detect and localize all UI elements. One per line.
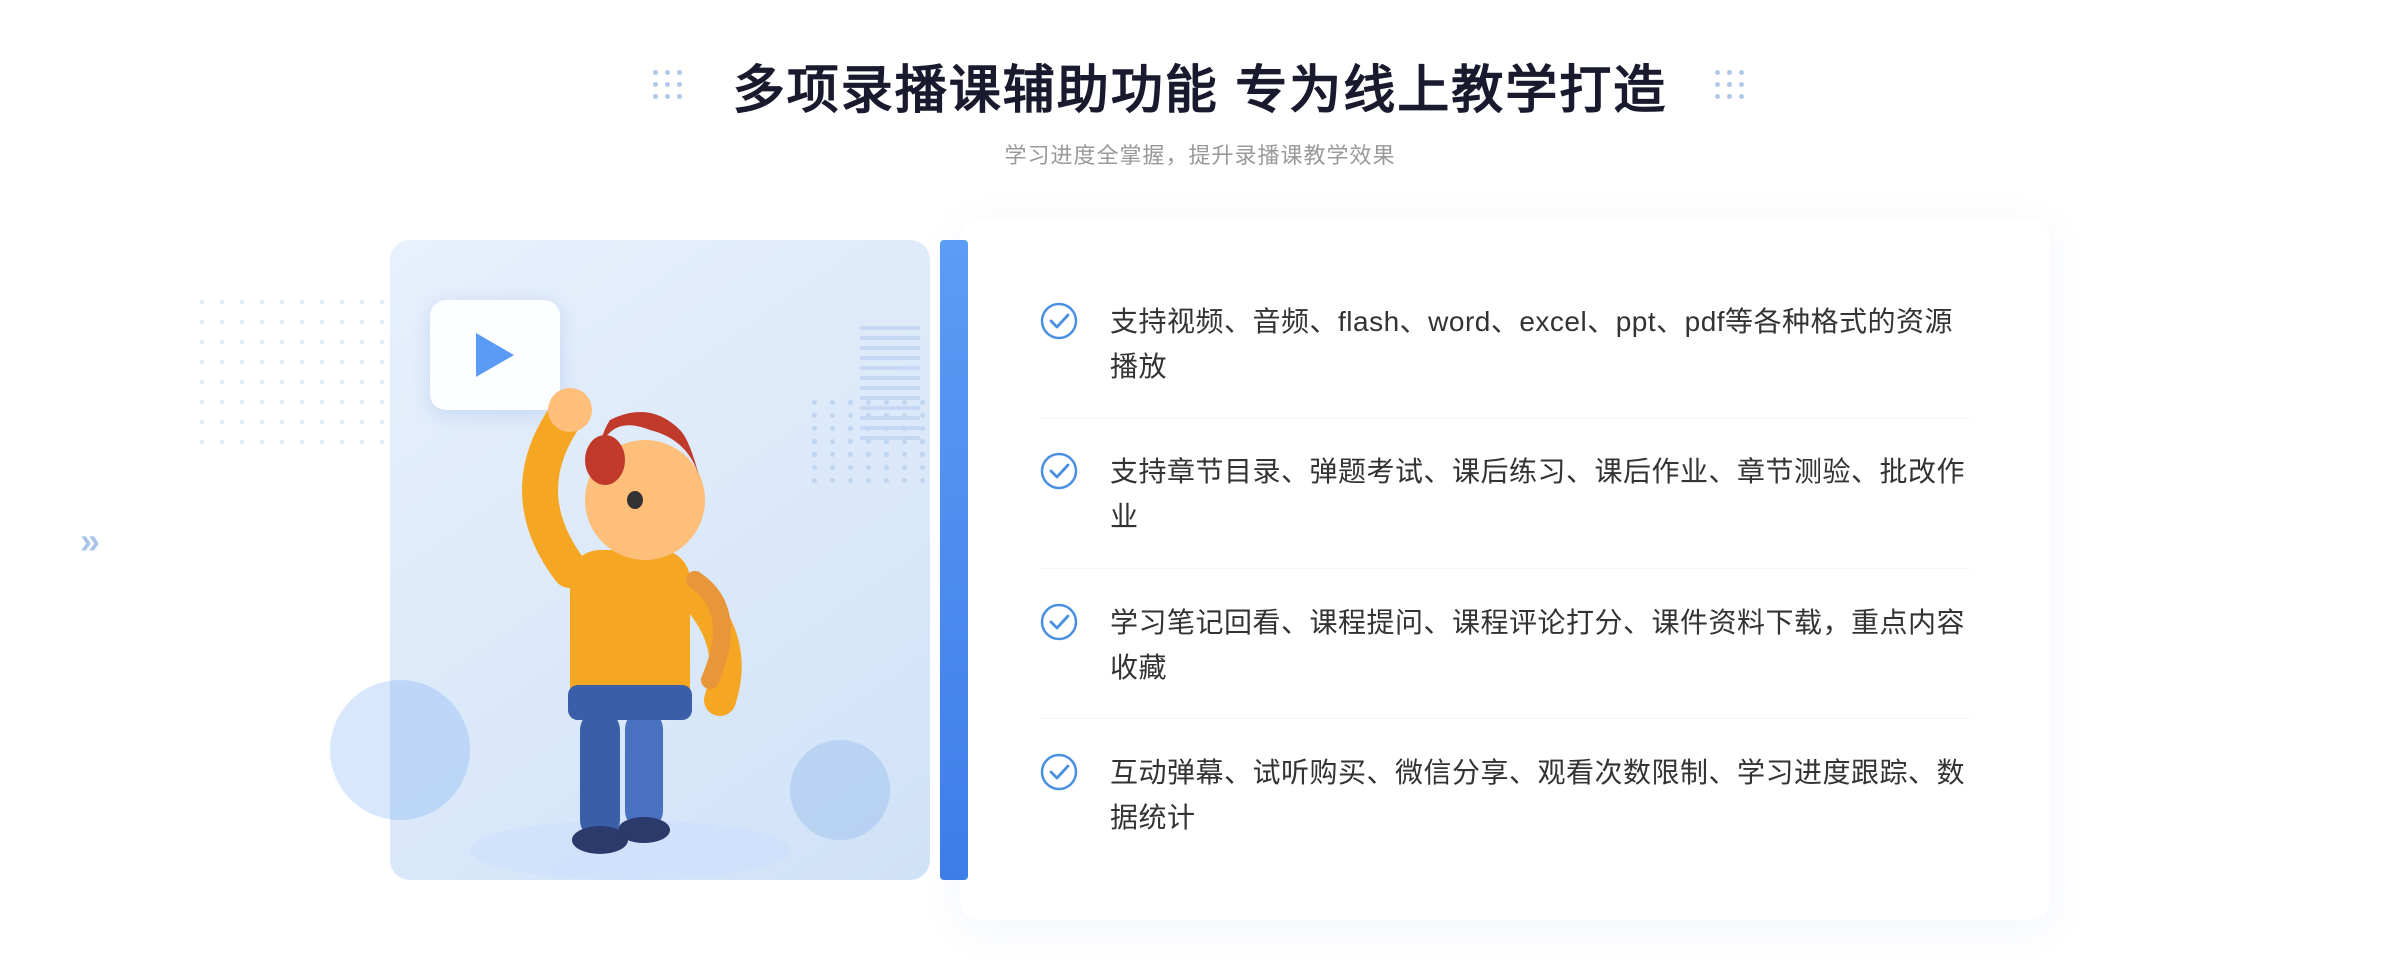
feature-item-4: 互动弹幕、试听购买、微信分享、观看次数限制、学习进度跟踪、数据统计 [1040,723,1970,869]
page-title: 多项录播课辅助功能 专为线上教学打造 [733,60,1667,122]
check-circle-icon-3 [1040,603,1078,641]
feature-text-3: 学习笔记回看、课程提问、课程评论打分、课件资料下载，重点内容收藏 [1110,601,1970,691]
header-dot-right [1715,70,1747,102]
feature-text-2: 支持章节目录、弹题考试、课后练习、课后作业、章节测验、批改作业 [1110,450,1970,540]
feature-item-2: 支持章节目录、弹题考试、课后练习、课后作业、章节测验、批改作业 [1040,422,1970,569]
chevron-double-left-icon: » [80,520,100,562]
check-circle-icon-4 [1040,753,1078,791]
illustration-side [350,220,950,920]
features-panel: 支持视频、音频、flash、word、excel、ppt、pdf等各种格式的资源… [960,220,2050,920]
blue-accent-bar [940,240,968,880]
check-circle-icon-1 [1040,302,1078,340]
page-wrapper: » 多项录播课辅助功能 专为线上教学打造 学习进度全掌握，提升录播课教学效果 [0,0,2400,974]
content-area: 支持视频、音频、flash、word、excel、ppt、pdf等各种格式的资源… [350,220,2050,920]
person-illustration [450,330,810,910]
header-section: 多项录播课辅助功能 专为线上教学打造 学习进度全掌握，提升录播课教学效果 [733,60,1667,170]
page-subtitle: 学习进度全掌握，提升录播课教学效果 [733,138,1667,170]
deco-circle-large [330,680,470,820]
feature-item-3: 学习笔记回看、课程提问、课程评论打分、课件资料下载，重点内容收藏 [1040,573,1970,720]
illustration-dot-grid [812,400,930,483]
feature-text-4: 互动弹幕、试听购买、微信分享、观看次数限制、学习进度跟踪、数据统计 [1110,751,1970,841]
check-circle-icon-2 [1040,452,1078,490]
feature-text-1: 支持视频、音频、flash、word、excel、ppt、pdf等各种格式的资源… [1110,300,1970,390]
header-dot-left [653,70,685,102]
feature-item-1: 支持视频、音频、flash、word、excel、ppt、pdf等各种格式的资源… [1040,272,1970,419]
